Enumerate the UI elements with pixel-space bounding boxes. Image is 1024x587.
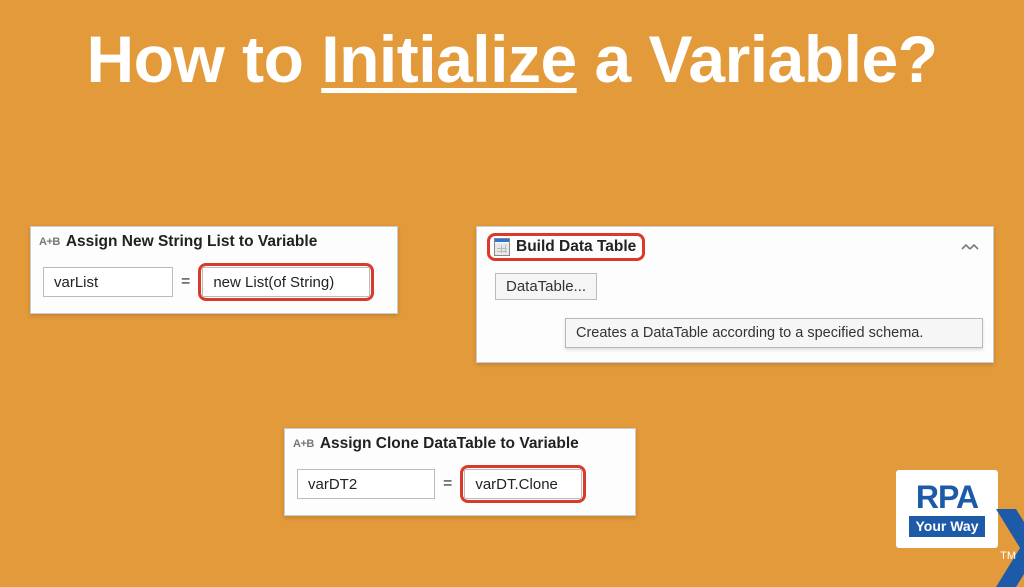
activity-header: A+B Assign New String List to Variable: [31, 227, 397, 255]
assign-value-input[interactable]: new List(of String): [202, 267, 370, 297]
logo-rpa-text: RPA: [916, 481, 978, 513]
activity-body: varDT2 = varDT.Clone: [285, 457, 635, 515]
assign-to-input[interactable]: varList: [43, 267, 173, 297]
datatable-icon: [494, 238, 510, 256]
activity-header: A+B Assign Clone DataTable to Variable: [285, 429, 635, 457]
logo-square: RPA Your Way: [896, 470, 998, 548]
title-pre: How to: [86, 22, 321, 96]
assign-icon: A+B: [293, 438, 314, 450]
rpa-your-way-logo: RPA Your Way: [896, 470, 996, 548]
equals-sign: =: [441, 475, 454, 493]
activity-title: Assign Clone DataTable to Variable: [320, 435, 579, 453]
assign-value-input[interactable]: varDT.Clone: [464, 469, 582, 499]
highlight-box: new List(of String): [198, 263, 374, 301]
page-title: How to Initialize a Variable?: [0, 0, 1024, 101]
highlight-box: Build Data Table: [487, 233, 645, 261]
title-post: a Variable?: [577, 22, 938, 96]
logo-your-way-text: Your Way: [909, 516, 984, 537]
assign-activity-new-list[interactable]: A+B Assign New String List to Variable v…: [30, 226, 398, 314]
activity-title: Assign New String List to Variable: [66, 233, 318, 251]
equals-sign: =: [179, 273, 192, 291]
activity-title: Build Data Table: [516, 238, 636, 256]
title-underlined: Initialize: [321, 22, 576, 96]
activity-header: Build Data Table: [477, 227, 993, 267]
highlight-box: varDT.Clone: [460, 465, 586, 503]
datatable-button[interactable]: DataTable...: [495, 273, 597, 300]
collapse-icon[interactable]: [961, 239, 979, 255]
trademark-text: TM: [1000, 550, 1016, 562]
assign-icon: A+B: [39, 236, 60, 248]
assign-activity-clone-dt[interactable]: A+B Assign Clone DataTable to Variable v…: [284, 428, 636, 516]
activity-body: varList = new List(of String): [31, 255, 397, 313]
assign-row: varDT2 = varDT.Clone: [297, 465, 623, 503]
assign-to-input[interactable]: varDT2: [297, 469, 435, 499]
tooltip: Creates a DataTable according to a speci…: [565, 318, 983, 348]
build-data-table-activity[interactable]: Build Data Table DataTable... Creates a …: [476, 226, 994, 363]
assign-row: varList = new List(of String): [43, 263, 385, 301]
